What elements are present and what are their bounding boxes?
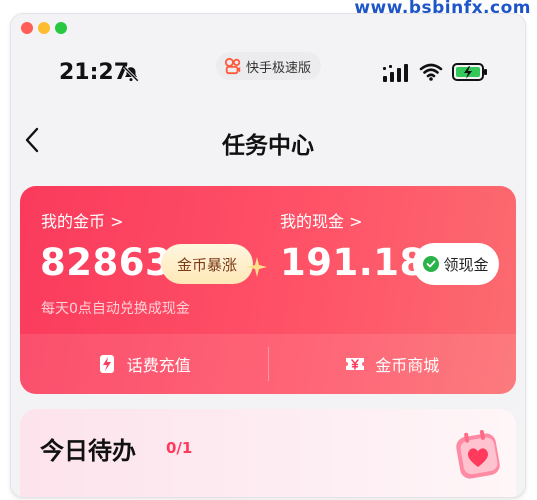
app-badge-label: 快手极速版: [246, 60, 312, 76]
todo-count: 0/1: [166, 439, 193, 457]
sparkle-icon: [247, 257, 267, 277]
my-cash-link[interactable]: 我的现金 >: [280, 208, 363, 232]
heart-calendar-icon: [456, 429, 500, 479]
cellular-signal-icon: [383, 64, 408, 82]
todo-card[interactable]: 今日待办 0/1: [20, 409, 516, 497]
coin-mall-label: 金币商城: [375, 356, 440, 375]
app-badge[interactable]: 快手极速版: [216, 52, 322, 80]
my-coins-link[interactable]: 我的金币 >: [41, 208, 124, 232]
kuaishou-logo-icon: [224, 57, 241, 75]
page-title: 任务中心: [222, 133, 314, 159]
close-window-button[interactable]: [21, 22, 33, 34]
wallet-card: 我的金币 > 我的现金 > 82863 金币暴涨 191.18 领现金 每天0点…: [20, 186, 516, 394]
ticket-yen-icon: [346, 358, 365, 370]
nav-bar: 任务中心: [11, 118, 525, 162]
phone-bolt-icon: [99, 355, 114, 373]
withdraw-cash-button[interactable]: 领现金: [413, 243, 499, 285]
coin-surge-label: 金币暴涨: [176, 255, 237, 274]
minimize-window-button[interactable]: [38, 22, 50, 34]
withdraw-cash-label: 领现金: [443, 255, 489, 274]
status-bar: 21:27 快手极速版: [11, 52, 525, 92]
bell-muted-icon: [123, 66, 139, 82]
coin-mall-button[interactable]: 金币商城: [269, 334, 517, 394]
zoom-window-button[interactable]: [55, 22, 67, 34]
coin-surge-button[interactable]: 金币暴涨: [161, 244, 253, 284]
wallet-actions: 话费充值 金币商城: [20, 334, 516, 394]
auto-convert-note: 每天0点自动兑换成现金: [41, 301, 190, 317]
wifi-icon: [419, 63, 443, 81]
phone-recharge-label: 话费充值: [126, 356, 191, 375]
phone-recharge-button[interactable]: 话费充值: [20, 334, 268, 394]
wechat-icon: [423, 256, 440, 272]
status-time: 21:27: [59, 60, 130, 85]
window-titlebar: [11, 14, 525, 44]
app-window: 21:27 快手极速版 任务中心 我的金币 > 我的现金 > 82863 金币暴…: [11, 14, 525, 497]
todo-title: 今日待办: [40, 437, 136, 465]
battery-charging-icon: [452, 63, 487, 81]
coins-balance: 82863: [40, 241, 172, 284]
cash-balance: 191.18: [280, 241, 426, 284]
